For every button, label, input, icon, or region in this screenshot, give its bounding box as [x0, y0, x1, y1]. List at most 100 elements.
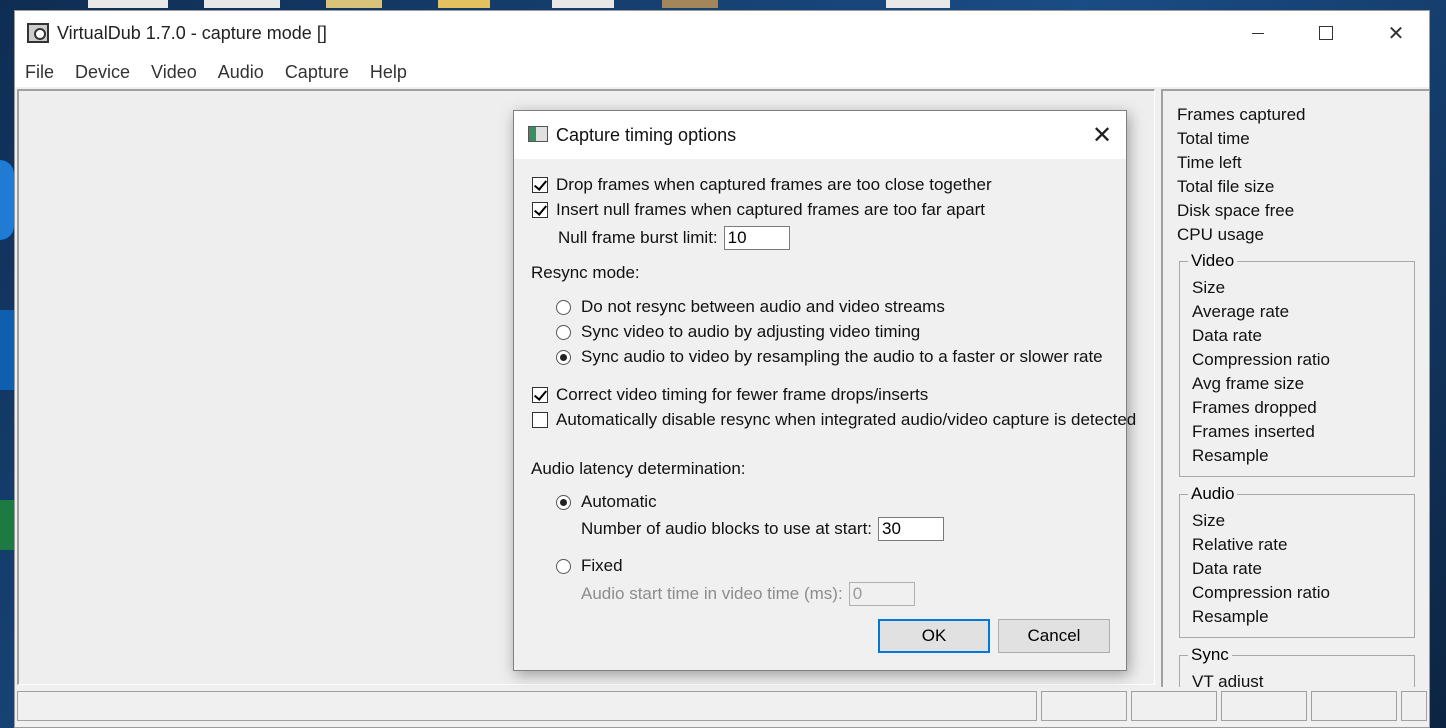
stat-label: Avg frame size	[1192, 374, 1305, 393]
desktop-fragment	[662, 0, 718, 8]
drop-frames-checkbox[interactable]: Drop frames when captured frames are too…	[532, 175, 992, 195]
radio-label: Fixed	[581, 556, 623, 575]
maximize-icon	[1319, 26, 1333, 40]
radio-label: Sync audio to video by resampling the au…	[581, 347, 1103, 366]
title-bar: VirtualDub 1.7.0 - capture mode [] ✕	[15, 11, 1429, 57]
radio-icon	[556, 558, 571, 574]
desktop-fragment	[438, 0, 490, 8]
status-cell	[1221, 691, 1307, 721]
dialog-title-bar: Capture timing options ✕	[514, 111, 1126, 159]
stat-label: Compression ratio	[1192, 350, 1330, 369]
stat-label: Frames captured	[1177, 105, 1306, 124]
desktop-fragment	[0, 310, 14, 390]
desktop-fragment	[0, 500, 14, 550]
stat-label: Total file size	[1177, 177, 1275, 196]
resync-heading: Resync mode:	[531, 263, 640, 282]
desktop-fragment	[886, 0, 950, 8]
radio-selected-icon	[556, 494, 571, 510]
null-burst-row: Null frame burst limit:	[558, 226, 790, 250]
ok-button[interactable]: OK	[878, 619, 990, 653]
stat-label: Data rate	[1192, 326, 1262, 345]
stat-label: Size	[1192, 511, 1226, 530]
status-cell	[17, 691, 1037, 721]
status-bar	[15, 687, 1429, 727]
checkbox-checked-icon	[532, 177, 548, 193]
dialog-icon	[528, 126, 548, 142]
auto-disable-resync-label: Automatically disable resync when integr…	[556, 410, 1137, 429]
close-icon: ✕	[1091, 121, 1113, 149]
stat-label: Time left	[1177, 153, 1242, 172]
stat-label: CPU usage	[1177, 225, 1264, 244]
auto-disable-resync-checkbox[interactable]: Automatically disable resync when integr…	[532, 410, 1136, 430]
minimize-icon	[1252, 32, 1264, 34]
stat-label: Frames inserted	[1192, 422, 1315, 441]
latency-fixed-radio[interactable]: Fixed	[556, 556, 623, 576]
stat-label: Size	[1192, 278, 1226, 297]
correct-timing-checkbox[interactable]: Correct video timing for fewer frame dro…	[532, 385, 928, 405]
stat-label: Relative rate	[1192, 535, 1288, 554]
video-stats-group: Video Size Average rate Data rate Compre…	[1179, 251, 1415, 477]
audio-blocks-row: Number of audio blocks to use at start:	[581, 517, 945, 541]
capture-timing-dialog: Capture timing options ✕ Drop frames whe…	[513, 110, 1136, 671]
checkbox-checked-icon	[532, 202, 548, 218]
latency-automatic-radio[interactable]: Automatic	[556, 492, 657, 512]
null-burst-input[interactable]	[723, 226, 790, 250]
insert-null-frames-checkbox[interactable]: Insert null frames when captured frames …	[532, 200, 985, 220]
dialog-close-button[interactable]: ✕	[1082, 119, 1122, 151]
stat-label: Resample	[1192, 607, 1269, 626]
close-button[interactable]: ✕	[1361, 11, 1431, 55]
checkbox-checked-icon	[532, 387, 548, 403]
minimize-button[interactable]	[1223, 11, 1293, 55]
audio-start-input[interactable]	[848, 582, 915, 606]
resize-grip[interactable]	[1401, 691, 1427, 721]
menu-capture[interactable]: Capture	[285, 62, 349, 83]
checkbox-icon	[532, 412, 548, 428]
group-title: Audio	[1188, 484, 1238, 504]
radio-label: Sync video to audio by adjusting video t…	[581, 322, 921, 341]
virtualdub-app-icon	[27, 23, 49, 43]
audio-start-row: Audio start time in video time (ms):	[581, 582, 915, 606]
stat-label: Average rate	[1192, 302, 1290, 321]
insert-null-frames-label: Insert null frames when captured frames …	[556, 200, 985, 219]
stat-label: Frames dropped	[1192, 398, 1317, 417]
resync-option-audio-to-video[interactable]: Sync audio to video by resampling the au…	[556, 347, 1103, 367]
stat-label: Resample	[1192, 446, 1269, 465]
radio-selected-icon	[556, 349, 571, 365]
desktop-fragment	[552, 0, 614, 8]
menu-audio[interactable]: Audio	[218, 62, 264, 83]
window-title: VirtualDub 1.7.0 - capture mode []	[57, 23, 327, 43]
status-cell	[1311, 691, 1397, 721]
desktop-fragment	[326, 0, 382, 8]
dialog-title: Capture timing options	[556, 125, 737, 145]
null-burst-label: Null frame burst limit:	[558, 228, 718, 247]
status-cell	[1131, 691, 1217, 721]
cancel-button[interactable]: Cancel	[998, 619, 1110, 653]
radio-icon	[556, 299, 571, 315]
radio-label: Automatic	[581, 492, 657, 511]
audio-blocks-input[interactable]	[878, 517, 945, 541]
maximize-button[interactable]	[1291, 11, 1361, 55]
resync-option-none[interactable]: Do not resync between audio and video st…	[556, 297, 945, 317]
menu-help[interactable]: Help	[370, 62, 407, 83]
radio-label: Do not resync between audio and video st…	[581, 297, 945, 316]
menu-video[interactable]: Video	[151, 62, 197, 83]
stat-label: Compression ratio	[1192, 583, 1330, 602]
group-title: Sync	[1188, 645, 1232, 665]
group-title: Video	[1188, 251, 1238, 271]
stat-label: Data rate	[1192, 559, 1262, 578]
close-icon: ✕	[1387, 22, 1405, 45]
desktop-fragment	[88, 0, 168, 8]
stat-label: Disk space free	[1177, 201, 1295, 220]
resync-option-video-to-audio[interactable]: Sync video to audio by adjusting video t…	[556, 322, 920, 342]
capture-stats-panel: Frames captured Total time Time left Tot…	[1161, 89, 1429, 699]
audio-blocks-label: Number of audio blocks to use at start:	[581, 519, 873, 538]
menu-device[interactable]: Device	[75, 62, 130, 83]
audio-stats-group: Audio Size Relative rate Data rate Compr…	[1179, 484, 1415, 638]
menu-file[interactable]: File	[25, 62, 54, 83]
stat-label: Total time	[1177, 129, 1250, 148]
status-cell	[1041, 691, 1127, 721]
correct-timing-label: Correct video timing for fewer frame dro…	[556, 385, 929, 404]
audio-start-label: Audio start time in video time (ms):	[581, 584, 843, 603]
menu-bar: File Device Video Audio Capture Help	[15, 57, 1429, 87]
radio-icon	[556, 324, 571, 340]
